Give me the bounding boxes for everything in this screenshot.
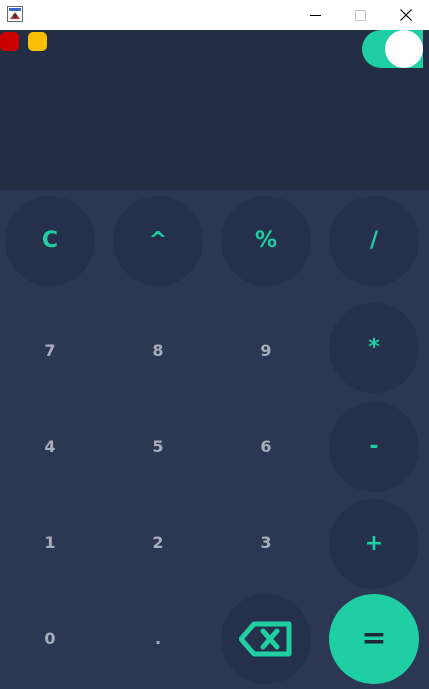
six-label: 6 [260,437,272,456]
two-label: 2 [152,533,164,552]
three-button[interactable]: 3 [221,498,311,588]
calculator-display [0,30,429,190]
power-label: ^ [148,228,168,253]
equals-button[interactable]: = [329,594,419,684]
close-icon [400,9,412,21]
red-indicator-dot[interactable] [0,32,19,51]
app-icon [7,6,23,22]
plus-button[interactable]: + [329,499,419,589]
multiply-label: * [368,335,380,360]
zero-button[interactable]: 0 [5,594,95,684]
multiply-button[interactable]: * [329,303,419,393]
divide-button[interactable]: / [329,196,419,286]
six-button[interactable]: 6 [221,402,311,492]
divide-label: / [369,228,379,253]
zero-label: 0 [44,629,56,648]
decimal-button[interactable]: . [113,594,203,684]
nine-label: 9 [260,341,272,360]
percent-label: % [254,228,278,253]
keypad: C ^ % / 7 8 9 * 4 5 6 - 1 2 3 + 0 . = [0,190,429,689]
three-label: 3 [260,533,272,552]
seven-label: 7 [44,341,56,360]
percent-button[interactable]: % [221,196,311,286]
one-label: 1 [44,533,56,552]
yellow-indicator-dot[interactable] [28,32,47,51]
plus-label: + [364,531,384,556]
theme-toggle[interactable] [362,30,423,68]
four-button[interactable]: 4 [5,402,95,492]
seven-button[interactable]: 7 [5,306,95,396]
eight-label: 8 [152,341,164,360]
eight-button[interactable]: 8 [113,306,203,396]
equals-label: = [361,621,387,656]
four-label: 4 [44,437,56,456]
five-label: 5 [152,437,164,456]
backspace-icon [239,621,292,657]
maximize-button[interactable] [337,0,383,30]
minimize-icon [309,14,321,16]
title-bar [0,0,429,30]
nine-button[interactable]: 9 [221,306,311,396]
minimize-button[interactable] [292,0,338,30]
maximize-icon [354,9,366,21]
minus-label: - [369,434,379,459]
power-button[interactable]: ^ [113,196,203,286]
toggle-knob [385,30,423,68]
minus-button[interactable]: - [329,402,419,492]
five-button[interactable]: 5 [113,402,203,492]
close-button[interactable] [383,0,429,30]
backspace-button[interactable] [221,594,311,684]
one-button[interactable]: 1 [5,498,95,588]
decimal-label: . [154,629,162,648]
clear-button[interactable]: C [5,196,95,286]
two-button[interactable]: 2 [113,498,203,588]
clear-label: C [41,228,59,253]
